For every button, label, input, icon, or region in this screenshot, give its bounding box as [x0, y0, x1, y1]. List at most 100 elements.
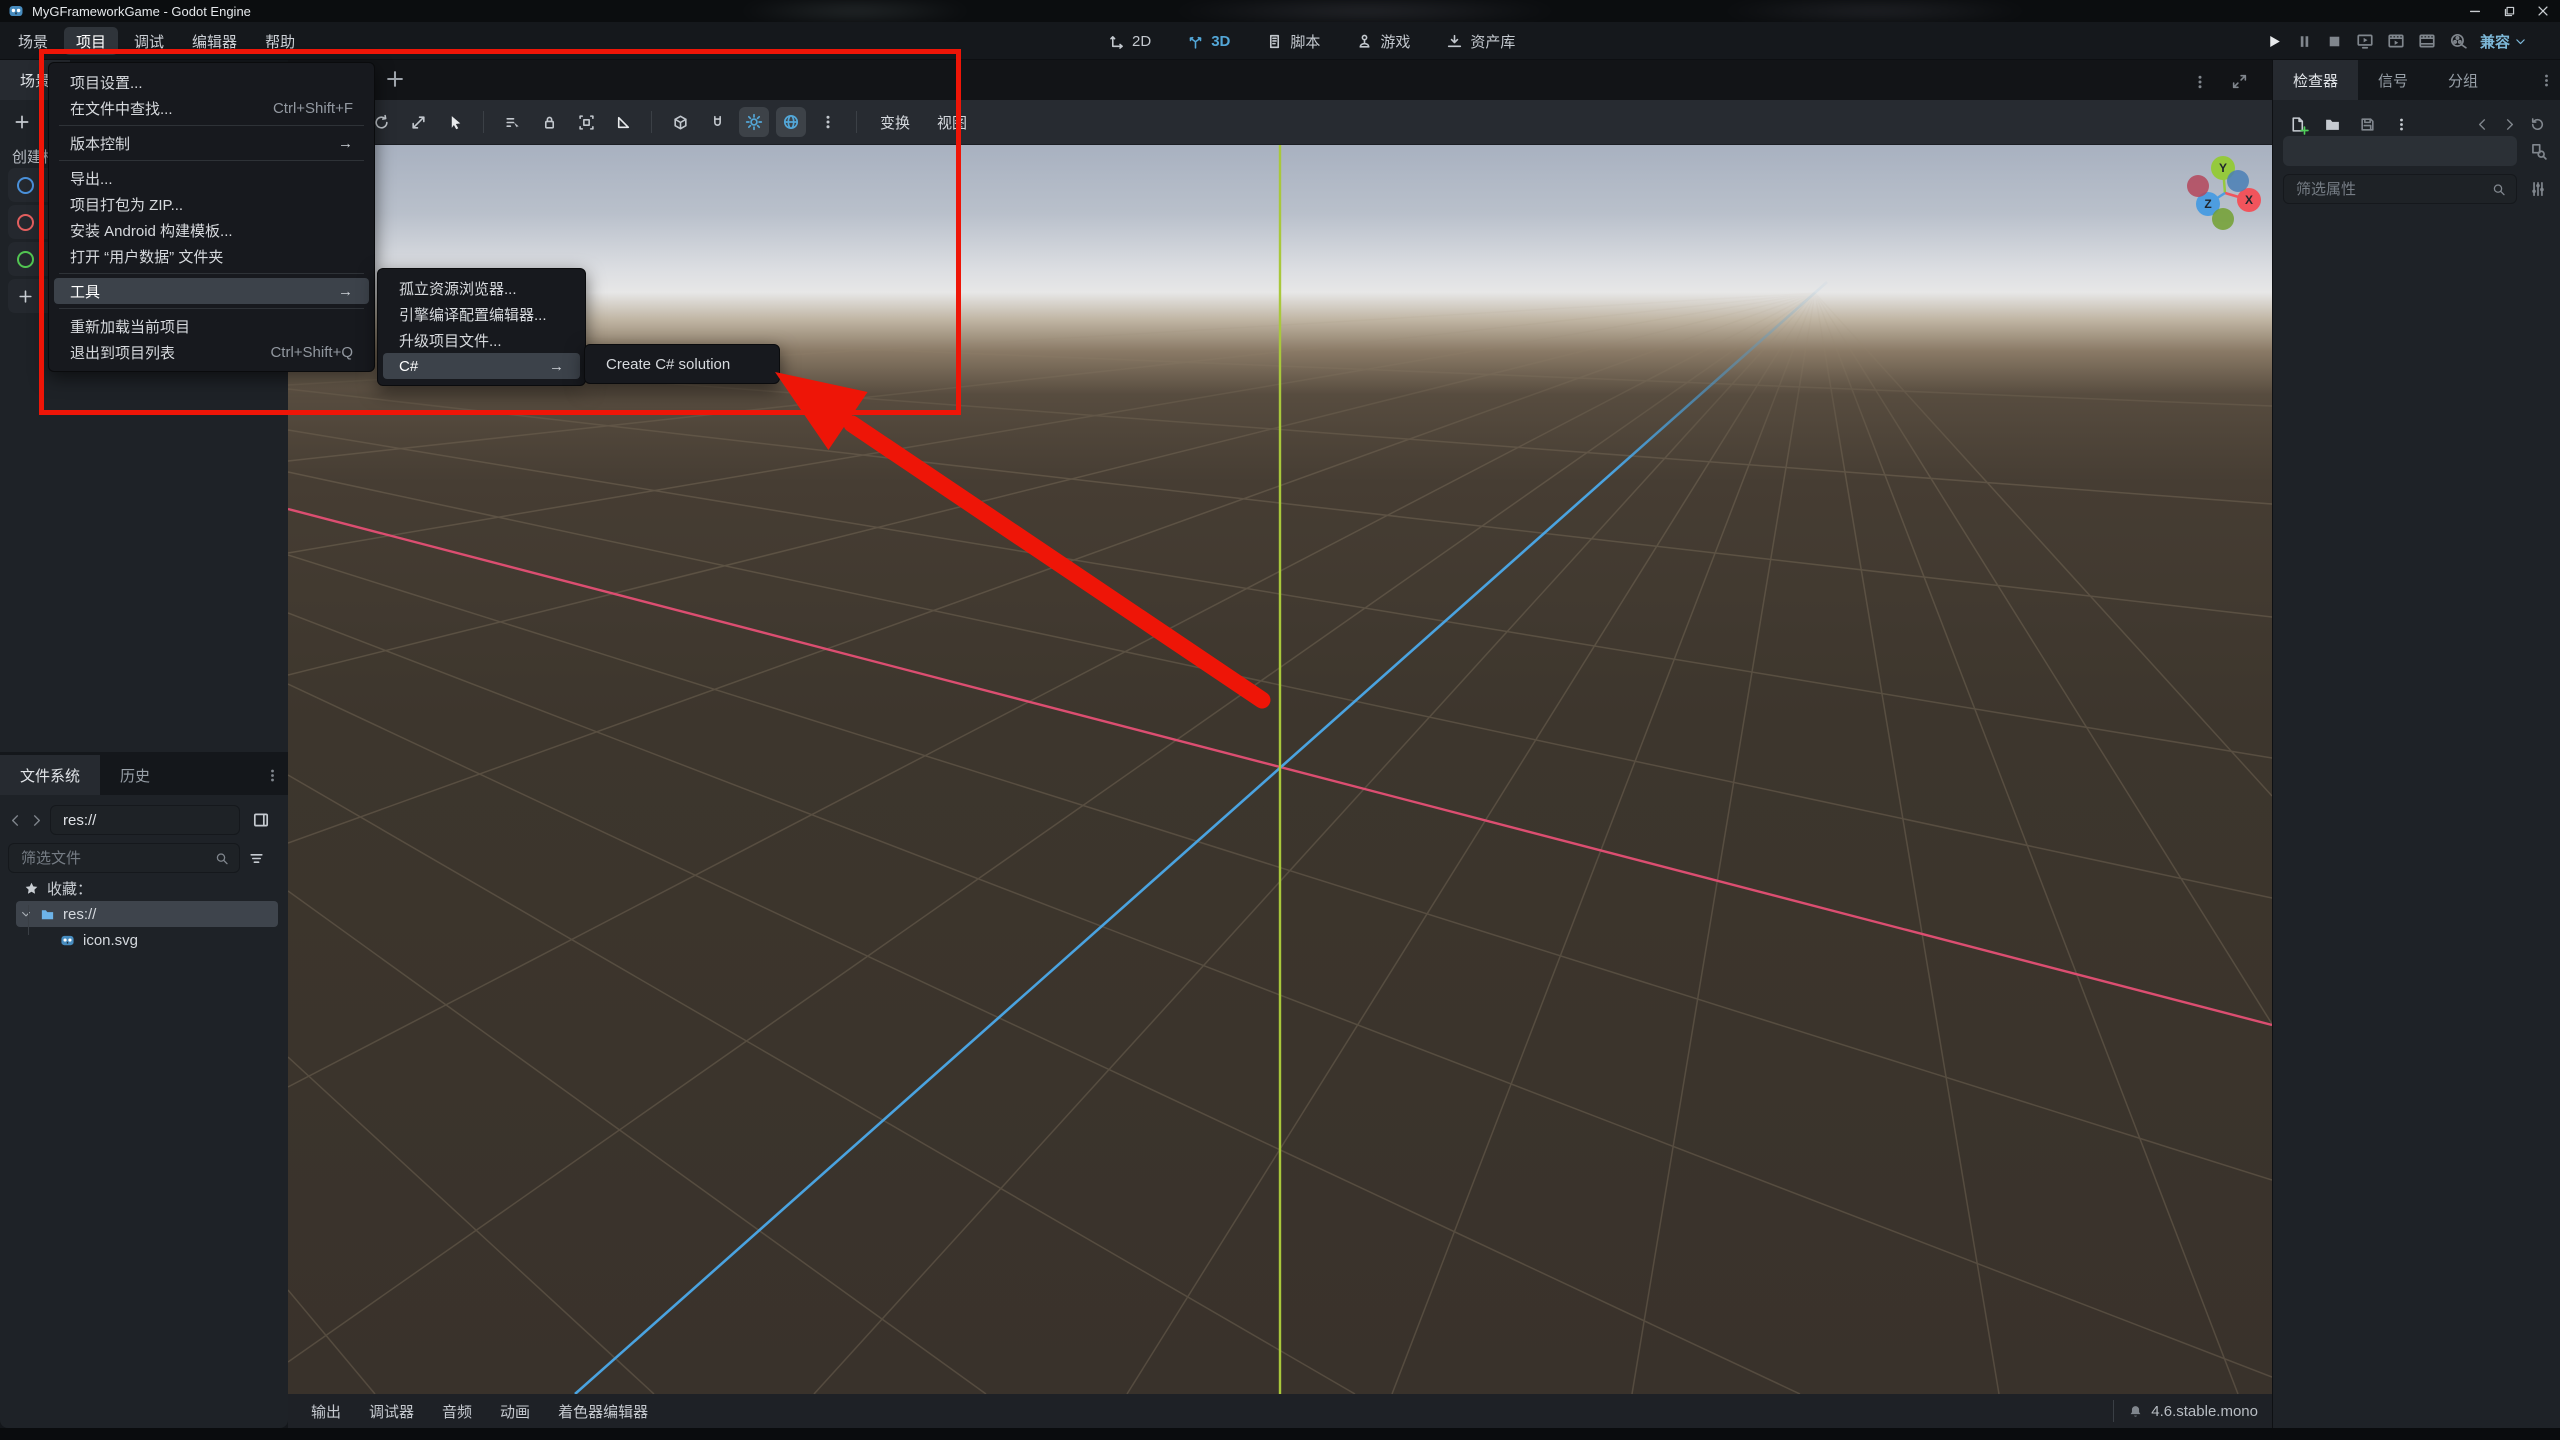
preview-sun-button[interactable] [739, 107, 769, 137]
tab-groups[interactable]: 分组 [2428, 60, 2498, 100]
chevron-down-icon [2514, 35, 2527, 48]
save-resource-icon[interactable] [2359, 116, 2376, 133]
version-label[interactable]: 4.6.stable.mono [2151, 1403, 2258, 1420]
tune-sliders-icon[interactable] [2529, 180, 2547, 198]
bottom-tab-output[interactable]: 输出 [302, 1401, 350, 1422]
resource-name-box[interactable] [2283, 136, 2517, 166]
bottom-tab-animation[interactable]: 动画 [491, 1401, 539, 1422]
nav-back-icon[interactable] [8, 813, 23, 828]
tree-row-res[interactable]: res:// [16, 901, 278, 927]
tab-filesystem[interactable]: 文件系统 [0, 755, 101, 795]
tab-history[interactable]: 历史 [100, 755, 170, 795]
playback-controls: 兼容 [2266, 26, 2527, 56]
menu-debug[interactable]: 调试 [122, 27, 176, 55]
scale-mode-button[interactable] [403, 107, 433, 137]
menuitem-pack-zip[interactable]: 项目打包为 ZIP... [54, 191, 369, 217]
menuitem-find-in-files[interactable]: 在文件中查找... Ctrl+Shift+F [54, 95, 369, 121]
menu-scene[interactable]: 场景 [6, 27, 60, 55]
path-input[interactable] [61, 810, 229, 830]
gizmo-neg-y-axis[interactable] [2212, 208, 2234, 230]
godot-logo-icon [8, 3, 24, 19]
new-resource-button[interactable] [2289, 116, 2306, 133]
preview-environment-button[interactable] [776, 107, 806, 137]
menuitem-upgrade-project-files[interactable]: 升级项目文件... [383, 327, 580, 353]
bottom-tab-audio[interactable]: 音频 [433, 1401, 481, 1422]
sort-icon[interactable] [248, 850, 265, 867]
transform-menu[interactable]: 变换 [870, 112, 920, 133]
select-mode-button[interactable] [440, 107, 470, 137]
tab-script[interactable]: 脚本 [1256, 26, 1330, 56]
split-view-icon[interactable] [252, 811, 270, 829]
bottom-tab-shader-editor[interactable]: 着色器编辑器 [549, 1401, 657, 1422]
gizmo-neg-x-axis[interactable] [2187, 175, 2209, 197]
lock-button[interactable] [534, 107, 564, 137]
load-resource-folder-icon[interactable] [2324, 116, 2341, 133]
dock-menu-dots-icon[interactable] [265, 768, 280, 783]
tab-game[interactable]: 游戏 [1346, 26, 1420, 56]
pause-button[interactable] [2296, 33, 2313, 50]
menuitem-reload-project[interactable]: 重新加载当前项目 [54, 313, 369, 339]
filter-properties-input[interactable] [2294, 179, 2493, 199]
add-node-button[interactable] [8, 108, 36, 136]
menuitem-orphan-resource-explorer[interactable]: 孤立资源浏览器... [383, 275, 580, 301]
history-back-icon[interactable] [2475, 117, 2490, 132]
renderer-select[interactable]: 兼容 [2480, 31, 2527, 52]
menuitem-version-control[interactable]: 版本控制 → [54, 130, 369, 156]
menu-help[interactable]: 帮助 [253, 27, 307, 55]
tab-signals[interactable]: 信号 [2358, 60, 2428, 100]
maximize-button[interactable] [2492, 0, 2526, 22]
menuitem-engine-compilation-config[interactable]: 引擎编译配置编辑器... [383, 301, 580, 327]
play-scene-button[interactable] [2356, 32, 2374, 50]
ruler-button[interactable] [608, 107, 638, 137]
minimize-button[interactable] [2458, 0, 2492, 22]
bell-icon[interactable] [2128, 1404, 2143, 1419]
filter-files-field[interactable] [8, 843, 240, 873]
close-button[interactable] [2526, 0, 2560, 22]
filter-files-input[interactable] [19, 848, 216, 868]
path-field[interactable] [50, 805, 240, 835]
axis-gizmo[interactable]: Y X Z [2175, 145, 2275, 245]
resource-menu-dots-icon[interactable] [2394, 117, 2409, 132]
chevron-down-icon[interactable] [20, 908, 32, 920]
view-menu[interactable]: 视图 [927, 112, 977, 133]
star-icon [24, 881, 39, 896]
tab-inspector[interactable]: 检查器 [2273, 60, 2359, 100]
folder-icon [40, 907, 55, 922]
menuitem-tools[interactable]: 工具 → [54, 278, 369, 304]
movie-maker-button[interactable] [2418, 32, 2436, 50]
snap-button[interactable] [702, 107, 732, 137]
group-button[interactable] [571, 107, 601, 137]
tab-2d[interactable]: 2D [1098, 26, 1161, 56]
play-custom-scene-button[interactable] [2387, 32, 2405, 50]
local-coords-button[interactable] [665, 107, 695, 137]
select-list-button[interactable] [497, 107, 527, 137]
menuitem-create-csharp-solution[interactable]: Create C# solution [590, 351, 774, 377]
history-icon[interactable] [2529, 116, 2546, 133]
preview-settings-dots-icon[interactable] [813, 107, 843, 137]
nav-forward-icon[interactable] [29, 813, 44, 828]
gizmo-neg-z-axis[interactable] [2227, 170, 2249, 192]
menuitem-quit-to-project-list[interactable]: 退出到项目列表 Ctrl+Shift+Q [54, 339, 369, 365]
tab-assetlib[interactable]: 资产库 [1436, 26, 1525, 56]
menu-project[interactable]: 项目 [64, 27, 119, 55]
doc-search-icon[interactable] [2529, 142, 2547, 160]
expand-viewport-icon[interactable] [2231, 73, 2248, 90]
bottom-panel-bar: 输出 调试器 音频 动画 着色器编辑器 4.6.stable.mono [288, 1394, 2272, 1428]
menuitem-project-settings[interactable]: 项目设置... [54, 69, 369, 95]
history-forward-icon[interactable] [2502, 117, 2517, 132]
menuitem-open-user-data-folder[interactable]: 打开 “用户数据” 文件夹 [54, 243, 369, 269]
play-button[interactable] [2266, 33, 2283, 50]
stop-button[interactable] [2326, 33, 2343, 50]
tabstrip-menu-dots-icon[interactable] [2192, 74, 2208, 90]
menuitem-export[interactable]: 导出... [54, 165, 369, 191]
filter-properties-field[interactable] [2283, 174, 2517, 204]
tree-row-icon-svg[interactable]: icon.svg [60, 927, 138, 953]
menu-editor[interactable]: 编辑器 [180, 27, 249, 55]
new-scene-tab-button[interactable] [384, 68, 406, 90]
menuitem-install-android-template[interactable]: 安装 Android 构建模板... [54, 217, 369, 243]
tab-3d[interactable]: 3D [1177, 26, 1240, 56]
dock-menu-dots-icon[interactable] [2539, 73, 2554, 88]
bottom-tab-debugger[interactable]: 调试器 [360, 1401, 423, 1422]
movie-reel-icon[interactable] [2449, 32, 2467, 50]
menuitem-csharp[interactable]: C# → [383, 353, 580, 379]
